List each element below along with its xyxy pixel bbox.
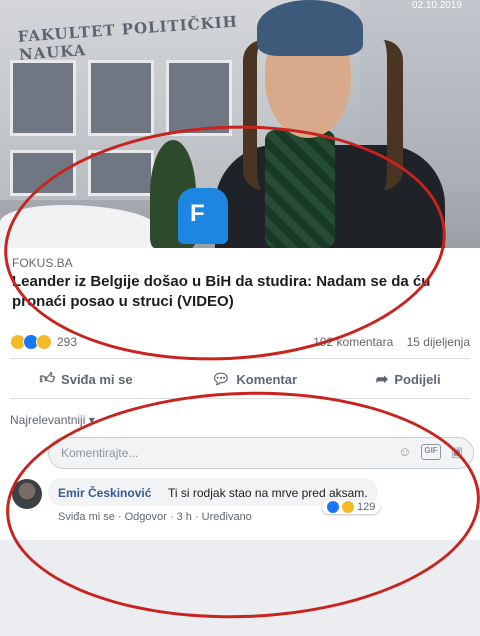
comment-input[interactable]: Komentirajte... ☺ GIF ▣	[48, 437, 474, 469]
comment-reactions[interactable]: 129	[322, 500, 381, 514]
like-label: Sviđa mi se	[61, 371, 133, 387]
comment-text: Ti si rodjak stao na mrve pred aksam.	[168, 486, 368, 500]
sticker-icon[interactable]: ▣	[451, 444, 463, 460]
reaction-summary[interactable]: 293	[10, 334, 77, 350]
haha-reaction-icon	[342, 501, 354, 513]
video-timestamp: 02.10.2019	[411, 0, 462, 11]
comments-count[interactable]: 192 komentara	[313, 335, 393, 349]
wow-reaction-icon	[36, 334, 52, 350]
share-button[interactable]: ➦ Podijeli	[376, 370, 441, 388]
divider	[10, 398, 470, 399]
shares-count[interactable]: 15 dijeljenja	[407, 335, 470, 349]
share-arrow-icon: ➦	[375, 371, 389, 388]
divider	[10, 358, 470, 359]
snow	[0, 205, 160, 248]
comment-meta[interactable]: Sviđa mi se · Odgovor · 3 h · Uređivano	[58, 511, 252, 523]
link-source[interactable]: FOKUS.BA	[12, 256, 73, 270]
page-background	[0, 540, 480, 636]
gif-icon[interactable]: GIF	[421, 444, 441, 460]
share-label: Podijeli	[394, 371, 441, 387]
beanie	[257, 0, 363, 56]
microphone: F	[178, 188, 228, 244]
comment-author[interactable]: Emir Českinović	[58, 486, 151, 500]
window	[10, 60, 76, 136]
comment-button[interactable]: 💬︎ Komentar	[211, 370, 297, 388]
mic-logo: F	[190, 200, 205, 227]
action-bar: 👍︎ Sviđa mi se 💬︎ Komentar ➦ Podijeli	[0, 370, 480, 388]
window	[88, 60, 154, 136]
window	[10, 150, 76, 196]
post-image[interactable]: FAKULTET POLITIČKIH NAUKA F 02.10.2019	[0, 0, 480, 248]
interviewee	[215, 0, 445, 248]
comment-label: Komentar	[236, 371, 298, 387]
emoji-icon[interactable]: ☺	[398, 444, 411, 460]
comment-sort-dropdown[interactable]: Najrelevantniji ▾	[10, 413, 95, 427]
like-button[interactable]: 👍︎ Sviđa mi se	[39, 370, 132, 388]
thumbs-up-icon: 👍︎	[39, 370, 56, 387]
comment-input-placeholder: Komentirajte...	[61, 446, 139, 460]
engagement-counts: 192 komentara 15 dijeljenja	[313, 335, 470, 349]
avatar[interactable]	[12, 479, 42, 509]
comment-input-tools: ☺ GIF ▣	[398, 444, 463, 460]
reaction-count: 293	[57, 335, 78, 349]
speech-bubble-icon: 💬︎	[211, 371, 231, 388]
window	[88, 150, 154, 196]
like-reaction-icon	[327, 501, 339, 513]
link-headline[interactable]: Leander iz Belgije došao u BiH da studir…	[12, 272, 467, 312]
comment-reaction-count: 129	[357, 501, 376, 513]
